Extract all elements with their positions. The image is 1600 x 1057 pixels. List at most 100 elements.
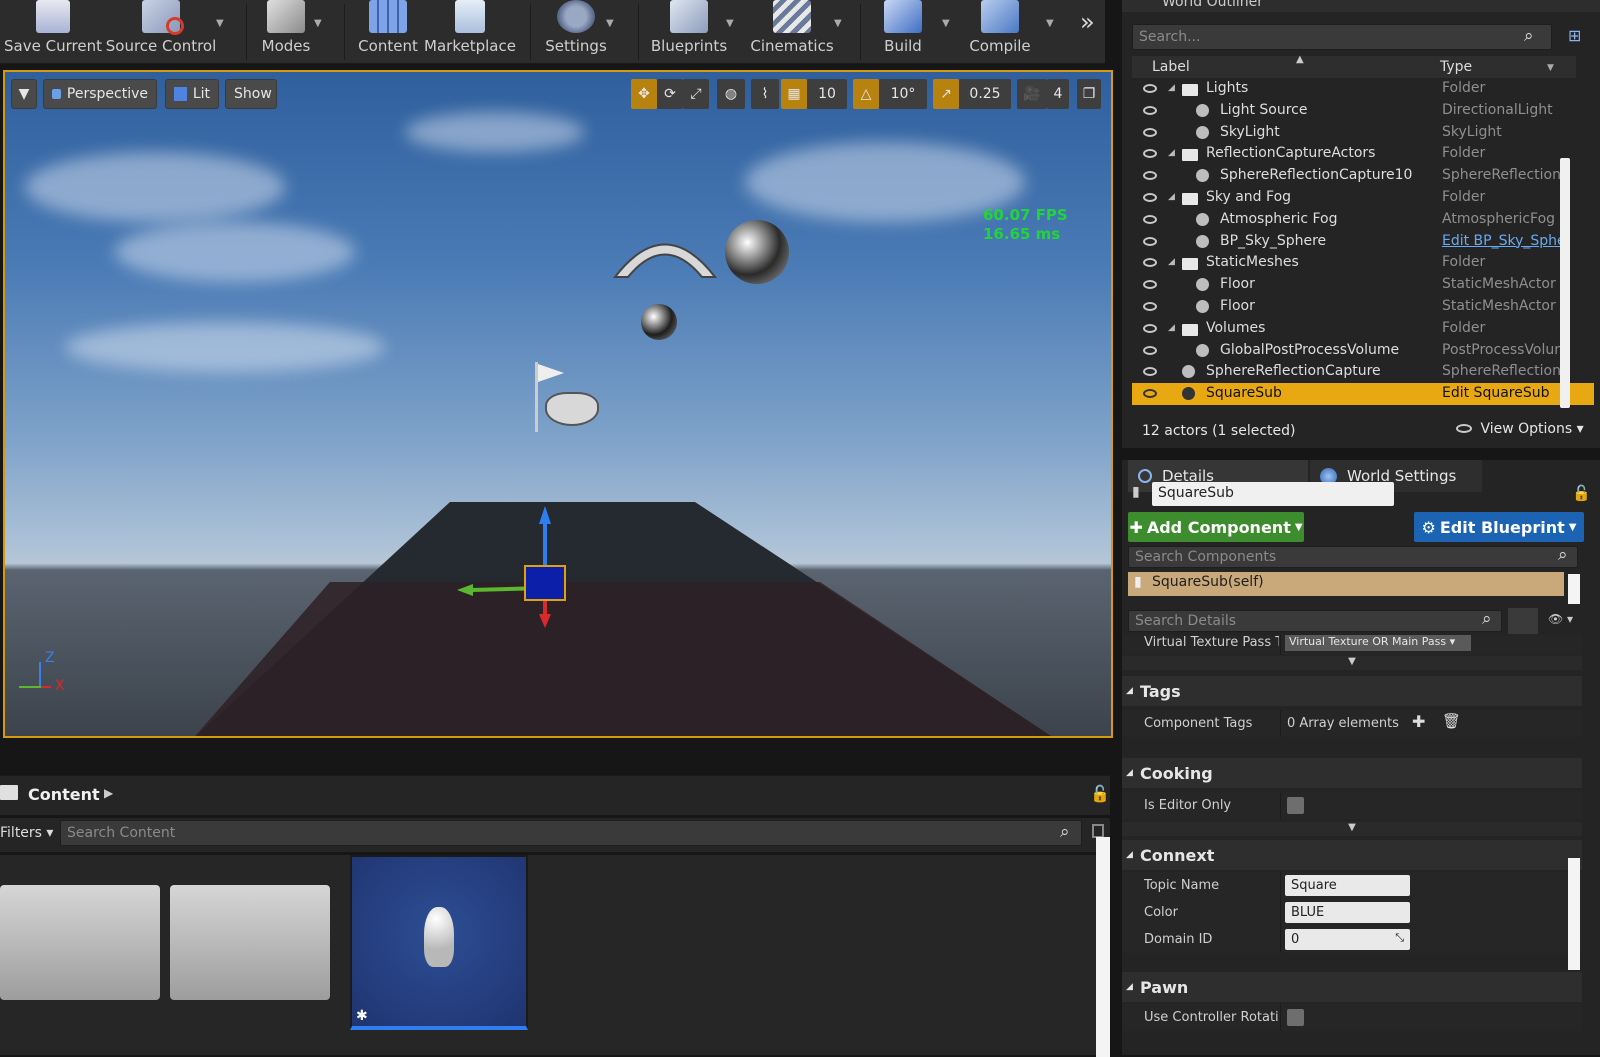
visibility-eye-icon[interactable]: [1143, 84, 1157, 93]
show-flags-button[interactable]: Show: [225, 79, 277, 109]
rotate-tool-icon[interactable]: ⟳: [657, 79, 683, 109]
expand-collapse-icon[interactable]: ◢: [1168, 257, 1175, 267]
add-component-button[interactable]: ✚ Add Component ▼: [1128, 512, 1304, 542]
marketplace-button[interactable]: Marketplace: [424, 0, 516, 62]
compile-dropdown-icon[interactable]: ▼: [1046, 18, 1058, 29]
outliner-search-input[interactable]: Search...: [1132, 24, 1552, 50]
source-control-dropdown-icon[interactable]: ▼: [216, 18, 228, 29]
component-self-row[interactable]: ▮ SquareSub(self): [1128, 572, 1564, 596]
outliner-row-lights[interactable]: ◢ Lights Folder: [1132, 78, 1594, 100]
modes-dropdown-icon[interactable]: ▼: [314, 18, 326, 29]
domain-id-input[interactable]: 0 ⤡: [1285, 929, 1410, 950]
cinematics-dropdown-icon[interactable]: ▼: [834, 18, 846, 29]
visibility-eye-icon[interactable]: [1143, 302, 1157, 311]
visibility-eye-icon[interactable]: [1143, 258, 1157, 268]
perspective-view-button[interactable]: Perspective: [43, 79, 157, 109]
expand-advanced-icon[interactable]: ▼: [1122, 822, 1582, 836]
translate-tool-icon[interactable]: ✥: [631, 79, 657, 109]
outliner-scrollbar[interactable]: [1560, 158, 1570, 408]
visibility-eye-icon[interactable]: [1143, 149, 1157, 159]
breadcrumb-arrow-icon[interactable]: ▶: [104, 786, 113, 800]
modes-button[interactable]: Modes: [258, 0, 314, 62]
outliner-row-sphere-reflection-capture[interactable]: SphereReflectionCapture SphereReflectionC…: [1132, 361, 1594, 383]
lock-icon[interactable]: 🔓: [1090, 784, 1110, 803]
connext-category[interactable]: ◢ Connext: [1122, 840, 1582, 870]
details-scrollbar[interactable]: [1568, 858, 1580, 970]
outliner-row-skylight[interactable]: SkyLight SkyLight: [1132, 122, 1594, 144]
outliner-row-atmospheric-fog[interactable]: Atmospheric Fog AtmosphericFog: [1132, 209, 1594, 231]
label-column-header[interactable]: Label: [1152, 59, 1190, 75]
save-current-button[interactable]: Save Current: [4, 0, 102, 62]
outliner-row-reflection-capture-actors[interactable]: ◢ ReflectionCaptureActors Folder: [1132, 143, 1594, 165]
outliner-type[interactable]: Edit SquareSub: [1442, 385, 1564, 401]
outliner-row-global-post-process-volume[interactable]: GlobalPostProcessVolume PostProcessVolume: [1132, 340, 1594, 362]
outliner-row-bp-sky-sphere[interactable]: BP_Sky_Sphere Edit BP_Sky_Sphere: [1132, 231, 1594, 253]
visibility-eye-icon[interactable]: [1143, 127, 1157, 137]
cooking-category[interactable]: ◢ Cooking: [1122, 758, 1582, 788]
build-dropdown-icon[interactable]: ▼: [942, 18, 954, 29]
rotation-snap-value[interactable]: 10°: [879, 79, 927, 109]
edit-blueprint-button[interactable]: ⚙ Edit Blueprint ▼: [1414, 512, 1584, 542]
asset-folder-tile[interactable]: [170, 885, 330, 1000]
actor-name-input[interactable]: SquareSub: [1152, 482, 1394, 506]
drag-value-icon[interactable]: ⤡: [1395, 931, 1404, 945]
content-scrollbar[interactable]: [1096, 837, 1110, 1057]
property-matrix-icon[interactable]: [1508, 608, 1538, 634]
search-details-input[interactable]: Search Details: [1128, 610, 1502, 632]
type-column-dropdown-icon[interactable]: ▼: [1547, 63, 1554, 73]
outliner-row-sphere-reflection-capture10[interactable]: SphereReflectionCapture10 SphereReflectio…: [1132, 165, 1594, 187]
blueprints-dropdown-icon[interactable]: ▼: [726, 18, 738, 29]
sphere-reflection-ball-small[interactable]: [641, 304, 677, 340]
visibility-eye-icon[interactable]: [1143, 389, 1157, 399]
type-column-header[interactable]: Type: [1440, 59, 1472, 75]
reflection-capture-mesh[interactable]: [610, 222, 720, 282]
add-element-icon[interactable]: ✚: [1412, 712, 1425, 731]
outliner-tab[interactable]: World Outliner: [1122, 0, 1600, 12]
viewport-options-button[interactable]: ▼: [11, 79, 37, 109]
content-search-input[interactable]: Search Content: [60, 820, 1082, 846]
source-control-button[interactable]: Source Control: [106, 0, 216, 62]
outliner-row-volumes[interactable]: ◢ Volumes Folder: [1132, 318, 1594, 340]
outliner-row-floor[interactable]: Floor StaticMeshActor: [1132, 296, 1594, 318]
view-options-button[interactable]: View Options ▾: [1456, 421, 1584, 437]
scale-snap-icon[interactable]: ↗: [933, 79, 959, 109]
compile-button[interactable]: Compile: [968, 0, 1032, 62]
blueprints-button[interactable]: Blueprints: [651, 0, 727, 62]
camera-speed-icon[interactable]: 🎥: [1017, 79, 1047, 109]
visibility-eye-icon[interactable]: [1143, 214, 1157, 224]
sphere-reflection-ball[interactable]: [725, 220, 789, 284]
lit-mode-button[interactable]: Lit: [165, 79, 219, 109]
expand-collapse-icon[interactable]: ◢: [1168, 323, 1175, 333]
cinematics-button[interactable]: Cinematics: [750, 0, 834, 62]
camera-speed-value[interactable]: 4: [1047, 79, 1069, 109]
save-search-icon[interactable]: [1092, 824, 1104, 838]
maximize-viewport-icon[interactable]: ❐: [1077, 79, 1101, 109]
visibility-eye-icon[interactable]: [1143, 345, 1157, 355]
settings-dropdown-icon[interactable]: ▼: [606, 18, 618, 29]
pawn-category[interactable]: ◢ Pawn: [1122, 972, 1582, 1002]
is-editor-only-checkbox[interactable]: [1287, 797, 1304, 814]
eye-dropdown-icon[interactable]: 👁 ▾: [1548, 612, 1573, 626]
squaresub-blueprint-tile[interactable]: ✱: [350, 855, 528, 1030]
tags-category[interactable]: ◢ Tags: [1122, 676, 1582, 706]
lock-icon[interactable]: 🔓: [1572, 484, 1591, 502]
rotation-snap-icon[interactable]: △: [853, 79, 879, 109]
expand-collapse-icon[interactable]: ◢: [1168, 148, 1175, 158]
surface-snap-icon[interactable]: ⌇: [751, 79, 779, 109]
add-filter-icon[interactable]: ⊞: [1568, 26, 1581, 45]
build-button[interactable]: Build: [880, 0, 926, 62]
grid-snap-value[interactable]: 10: [807, 79, 847, 109]
trash-icon[interactable]: 🗑: [1442, 712, 1461, 730]
outliner-row-floor[interactable]: Floor StaticMeshActor: [1132, 274, 1594, 296]
search-components-input[interactable]: Search Components: [1128, 546, 1578, 568]
visibility-eye-icon[interactable]: [1143, 367, 1157, 377]
use-controller-rotation-checkbox[interactable]: [1287, 1009, 1304, 1026]
visibility-eye-icon[interactable]: [1143, 171, 1157, 181]
visibility-eye-icon[interactable]: [1143, 236, 1157, 246]
content-breadcrumb[interactable]: Content: [28, 785, 100, 804]
level-viewport[interactable]: ▼ Perspective Lit Show ✥ ⟳ ⤢ ◍ ⌇ ▦ 10 △ …: [3, 70, 1113, 738]
player-start-icon[interactable]: [531, 362, 601, 442]
topic-name-input[interactable]: Square: [1285, 875, 1410, 896]
expand-advanced-icon[interactable]: ▼: [1122, 656, 1582, 670]
visibility-eye-icon[interactable]: [1143, 193, 1157, 202]
